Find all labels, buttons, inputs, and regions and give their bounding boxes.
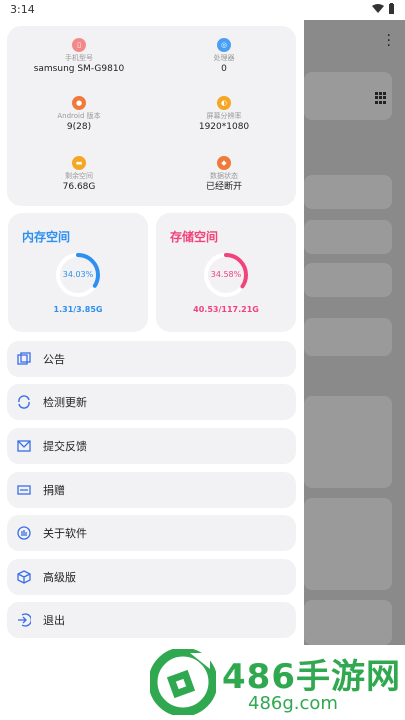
info-label: 处理器 [213, 54, 235, 62]
background-card [304, 318, 392, 356]
wifi-icon [372, 3, 384, 13]
info-value: 1920*1080 [198, 122, 250, 132]
menu-item-about[interactable]: 关于软件 [7, 515, 296, 551]
menu-label: 退出 [43, 614, 65, 627]
info-item-android: ● Android 版本 9(28) [7, 96, 151, 134]
info-item-cpu: ◎ 处理器 0 [152, 38, 296, 76]
overflow-menu-icon: · · · [386, 28, 391, 54]
screen-icon: ◐ [217, 96, 231, 110]
background-app-scrim[interactable]: · · · [304, 20, 405, 645]
status-icons [372, 3, 395, 14]
info-value: 已经断开 [205, 182, 242, 192]
status-bar: 3:14 [0, 0, 405, 20]
storage-icon: ▬ [72, 156, 86, 170]
watermark-title: 486手游网 [222, 657, 401, 697]
memory-percent: 34.03% [62, 270, 94, 279]
menu-item-exit[interactable]: 退出 [7, 602, 296, 638]
background-card [304, 600, 392, 645]
background-card [304, 175, 392, 209]
memory-card[interactable]: 内存空间 34.03% 1.31/3.85G [8, 213, 148, 332]
background-card [304, 498, 392, 590]
menu-label: 高级版 [43, 571, 76, 584]
info-item-free-space: ▬ 剩余空间 76.68G [7, 156, 151, 194]
menu-label: 捐赠 [43, 484, 65, 497]
watermark-subtitle: 486g.com [248, 693, 338, 714]
watermark: 486手游网 486g.com [0, 645, 405, 720]
menu-label: 提交反馈 [43, 440, 87, 453]
phone-icon: ▯ [72, 38, 86, 52]
info-item-model: ▯ 手机型号 samsung SM-G9810 [7, 38, 151, 76]
menu-item-donate[interactable]: 捐赠 [7, 472, 296, 508]
memory-amount: 1.31/3.85G [53, 305, 103, 314]
info-label: 屏幕分辨率 [206, 112, 242, 120]
info-label: 手机型号 [65, 54, 93, 62]
background-card [304, 263, 392, 297]
info-value: 0 [221, 64, 227, 74]
menu-item-check-update[interactable]: 检测更新 [7, 384, 296, 420]
info-item-data-status: ◆ 数据状态 已经断开 [152, 156, 296, 194]
info-label: 剩余空间 [65, 172, 93, 180]
info-value: samsung SM-G9810 [33, 64, 125, 74]
storage-title: 存储空间 [170, 230, 219, 244]
info-value: 9(28) [66, 122, 92, 132]
announcement-icon [17, 352, 31, 365]
exit-icon [18, 613, 31, 627]
menu-label: 检测更新 [43, 396, 87, 409]
data-icon: ◆ [217, 156, 231, 170]
storage-percent: 34.58% [210, 270, 242, 279]
cpu-icon: ◎ [217, 38, 231, 52]
menu-item-feedback[interactable]: 提交反馈 [7, 428, 296, 464]
donate-icon [17, 485, 31, 495]
info-label: Android 版本 [57, 112, 101, 120]
storage-amount: 40.53/117.21G [193, 305, 259, 314]
navigation-drawer: ▯ 手机型号 samsung SM-G9810 ◎ 处理器 0 ● Androi… [0, 20, 304, 645]
battery-icon [389, 3, 394, 14]
menu-label: 公告 [43, 353, 65, 366]
info-label: 数据状态 [210, 172, 238, 180]
info-item-resolution: ◐ 屏幕分辨率 1920*1080 [152, 96, 296, 134]
update-icon [18, 395, 30, 409]
android-icon: ● [72, 96, 86, 110]
background-card [304, 220, 392, 254]
menu-item-announcement[interactable]: 公告 [7, 341, 296, 377]
storage-card[interactable]: 存储空间 34.58% 40.53/117.21G [156, 213, 296, 332]
status-time: 3:14 [10, 3, 35, 16]
menu-label: 关于软件 [43, 527, 87, 540]
watermark-logo-icon [150, 649, 216, 715]
premium-icon [17, 570, 31, 584]
about-icon [17, 526, 31, 540]
feedback-icon [17, 440, 31, 452]
memory-title: 内存空间 [22, 230, 71, 244]
device-info-card: ▯ 手机型号 samsung SM-G9810 ◎ 处理器 0 ● Androi… [7, 26, 296, 206]
grid-icon [375, 92, 387, 104]
menu-item-premium[interactable]: 高级版 [7, 559, 296, 595]
info-value: 76.68G [62, 182, 96, 192]
background-card [304, 396, 392, 488]
